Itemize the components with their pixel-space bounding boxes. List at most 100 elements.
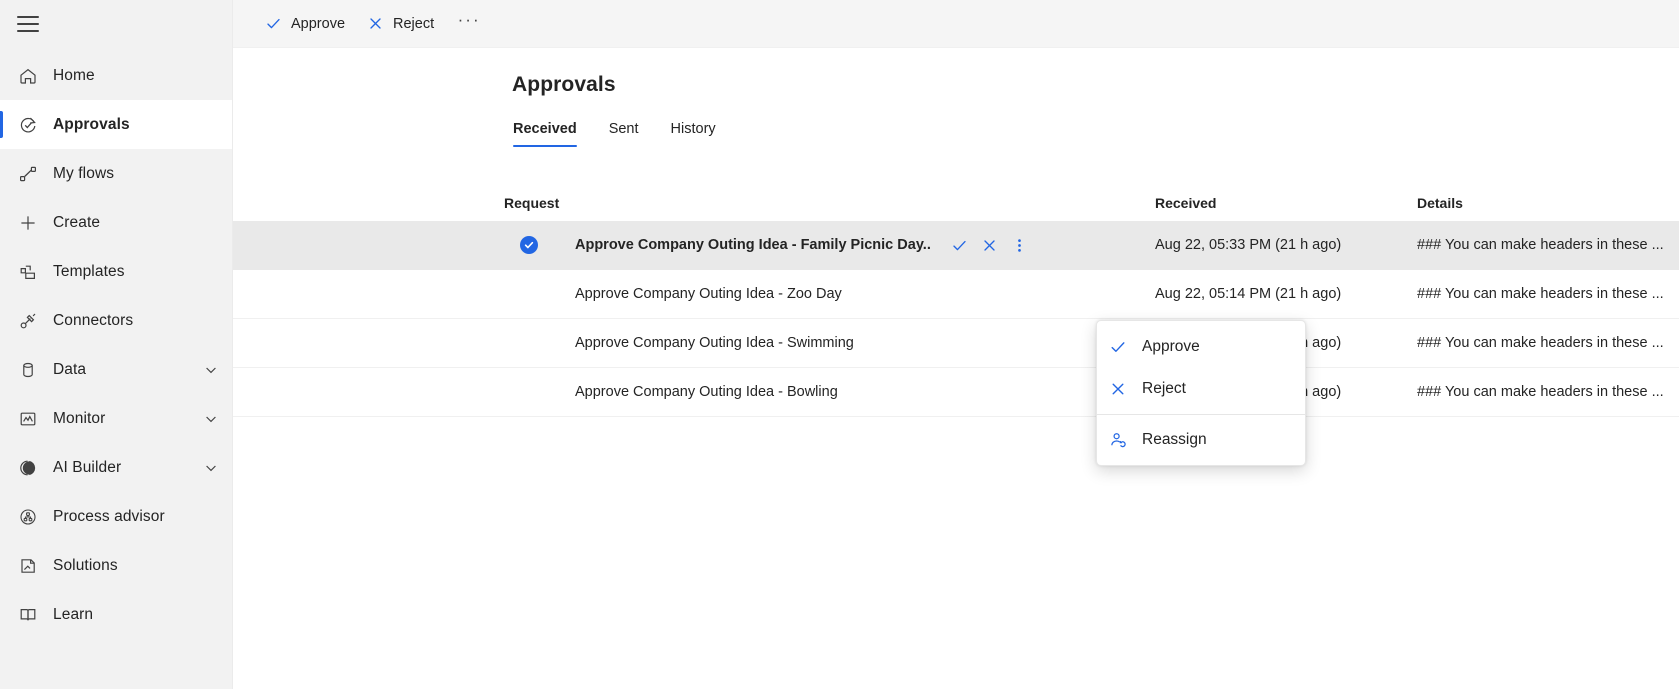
table-row[interactable]: Approve Company Outing Idea - Swimming A… (233, 319, 1679, 368)
context-menu-item-label: Approve (1142, 338, 1200, 355)
page-title: Approvals (512, 73, 616, 96)
home-icon (17, 65, 39, 87)
process-advisor-icon (17, 506, 39, 528)
context-menu-item-reject[interactable]: Reject (1097, 368, 1305, 410)
approve-button[interactable]: Approve (256, 8, 354, 40)
row-request-cell: Approve Company Outing Idea - Swimming (575, 335, 1155, 351)
row-reject-icon[interactable] (975, 230, 1005, 260)
ellipsis-icon: ··· (457, 9, 481, 29)
table-row[interactable]: Approve Company Outing Idea - Bowling Au… (233, 368, 1679, 417)
close-icon (1108, 379, 1128, 399)
plus-icon (17, 212, 39, 234)
context-menu-item-reassign[interactable]: Reassign (1097, 419, 1305, 461)
sidebar-item-label: Monitor (53, 409, 106, 427)
sidebar-item-label: Home (53, 66, 95, 84)
table-header-row: Request Received Details Requested by (233, 185, 1679, 221)
sidebar-item-data[interactable]: Data (0, 345, 232, 394)
command-bar: Approve Reject ··· (233, 0, 1679, 48)
sidebar-item-label: My flows (53, 164, 115, 182)
approvals-table: Request Received Details Requested by Ap… (233, 185, 1679, 417)
checkbox-checked-icon (520, 236, 538, 254)
row-request-cell: Approve Company Outing Idea - Bowling (575, 384, 1155, 400)
reject-button[interactable]: Reject (358, 8, 443, 40)
sidebar-item-label: Approvals (53, 115, 130, 133)
templates-icon (17, 261, 39, 283)
sidebar-item-learn[interactable]: Learn (0, 590, 232, 639)
table-row[interactable]: Approve Company Outing Idea - Family Pic… (233, 221, 1679, 270)
row-request-label: Approve Company Outing Idea - Swimming (575, 335, 854, 351)
row-details-cell: ### You can make headers in these ... (1417, 335, 1664, 351)
solutions-icon (17, 555, 39, 577)
chevron-down-icon[interactable] (204, 412, 218, 426)
tab-list: Received Sent History (233, 114, 1679, 148)
sidebar-nav-list: Home Approvals My flows Create Templates… (0, 51, 232, 639)
more-options-button[interactable]: ··· (453, 8, 485, 40)
sidebar-item-label: Solutions (53, 556, 118, 574)
row-request-label: Approve Company Outing Idea - Zoo Day (575, 286, 842, 302)
tab-label: Sent (608, 121, 639, 137)
sidebar-item-my-flows[interactable]: My flows (0, 149, 232, 198)
row-received-cell: Aug 22, 05:33 PM (21 h ago) (1155, 237, 1342, 253)
column-header-received[interactable]: Received (1155, 195, 1417, 211)
tab-label: Received (513, 121, 577, 137)
sidebar-item-approvals[interactable]: Approvals (0, 100, 232, 149)
flows-icon (17, 163, 39, 185)
reject-button-label: Reject (393, 15, 435, 32)
checkmark-icon (1108, 337, 1128, 357)
tab-received[interactable]: Received (504, 114, 586, 147)
sidebar-item-process-advisor[interactable]: Process advisor (0, 492, 232, 541)
sidebar-item-label: Templates (53, 262, 125, 280)
sidebar-item-label: AI Builder (53, 458, 122, 476)
sidebar-item-label: Data (53, 360, 87, 378)
chevron-down-icon[interactable] (204, 461, 218, 475)
sidebar-item-label: Process advisor (53, 507, 165, 525)
row-request-cell: Approve Company Outing Idea - Zoo Day (575, 286, 1155, 302)
column-header-details[interactable]: Details (1417, 195, 1679, 211)
approve-button-label: Approve (291, 15, 346, 32)
sidebar-item-label: Learn (53, 605, 94, 623)
tab-history[interactable]: History (662, 114, 725, 144)
chevron-down-icon[interactable] (204, 363, 218, 377)
row-details-cell: ### You can make headers in these ... (1417, 237, 1664, 253)
row-request-label: Approve Company Outing Idea - Bowling (575, 384, 838, 400)
row-more-options-icon[interactable] (1005, 230, 1035, 260)
row-context-menu: Approve Reject Reassign (1096, 320, 1306, 466)
row-approve-icon[interactable] (945, 230, 975, 260)
sidebar-item-connectors[interactable]: Connectors (0, 296, 232, 345)
monitor-icon (17, 408, 39, 430)
learn-icon (17, 604, 39, 626)
context-menu-item-approve[interactable]: Approve (1097, 326, 1305, 368)
ai-builder-icon (17, 457, 39, 479)
sidebar-item-ai-builder[interactable]: AI Builder (0, 443, 232, 492)
sidebar-item-label: Connectors (53, 311, 134, 329)
row-details-cell: ### You can make headers in these ... (1417, 286, 1664, 302)
main-content: Approve Reject ··· Approvals Received Se… (233, 0, 1679, 689)
tab-sent[interactable]: Sent (600, 114, 648, 144)
hamburger-icon[interactable] (17, 16, 39, 32)
context-menu-item-label: Reassign (1142, 431, 1207, 448)
row-details-cell: ### You can make headers in these ... (1417, 384, 1664, 400)
sidebar-item-create[interactable]: Create (0, 198, 232, 247)
sidebar-item-label: Create (53, 213, 101, 231)
row-received-cell: Aug 22, 05:14 PM (21 h ago) (1155, 286, 1342, 302)
context-menu-item-label: Reject (1142, 380, 1186, 397)
table-row[interactable]: Approve Company Outing Idea - Zoo Day Au… (233, 270, 1679, 319)
sidebar: Home Approvals My flows Create Templates… (0, 0, 233, 689)
sidebar-item-home[interactable]: Home (0, 51, 232, 100)
app-root: Home Approvals My flows Create Templates… (0, 0, 1679, 689)
row-inline-actions (945, 230, 1035, 260)
sidebar-item-monitor[interactable]: Monitor (0, 394, 232, 443)
person-reassign-icon (1108, 430, 1128, 450)
row-selection-checkbox[interactable] (504, 236, 575, 254)
sidebar-toggle-wrap (0, 0, 232, 48)
row-request-label: Approve Company Outing Idea - Family Pic… (575, 237, 931, 253)
sidebar-item-templates[interactable]: Templates (0, 247, 232, 296)
database-icon (17, 359, 39, 381)
connectors-icon (17, 310, 39, 332)
context-menu-divider (1097, 414, 1305, 415)
checkmark-icon (265, 15, 282, 32)
tab-label: History (670, 121, 716, 137)
approvals-icon (17, 114, 39, 136)
sidebar-item-solutions[interactable]: Solutions (0, 541, 232, 590)
column-header-request[interactable]: Request (504, 195, 1155, 211)
